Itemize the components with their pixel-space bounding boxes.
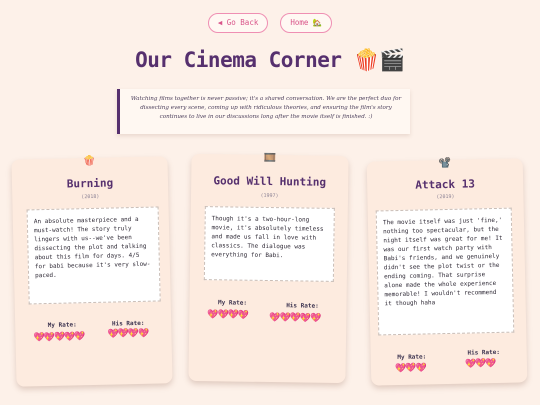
movie-title: Good Will Hunting	[213, 174, 327, 189]
movie-review: The movie itself was just 'fine,' nothin…	[375, 207, 515, 336]
film-projector-icon: 📽️	[438, 157, 452, 170]
movie-card-attack-13: 📽️ Attack 13 (2019) The movie itself was…	[366, 157, 528, 386]
movie-year: (2018)	[81, 193, 100, 201]
page-title: Our Cinema Corner 🍿🎬	[135, 48, 405, 72]
movie-title: Burning	[66, 176, 114, 191]
movie-card-good-will-hunting: 🎞️ Good Will Hunting (1997) Though it's …	[188, 152, 349, 384]
movie-review: An absolute masterpiece and a must-watch…	[26, 206, 161, 305]
movie-year: (2019)	[436, 193, 455, 201]
my-rate-label: My Rate:	[218, 299, 248, 307]
his-rating-hearts: 💖💖💖💖	[107, 328, 149, 340]
his-rating-hearts: 💖💖💖💖💖	[269, 313, 321, 324]
go-back-button[interactable]: ◀ Go Back	[207, 13, 269, 33]
my-rate-label: My Rate:	[47, 321, 77, 330]
movie-card-burning: 🍿 Burning (2018) An absolute masterpiece…	[11, 155, 173, 387]
his-rate-label: His Rate:	[286, 302, 319, 310]
movie-year: (1997)	[260, 192, 279, 200]
his-rate-label: His Rate:	[111, 319, 145, 328]
movie-review: Though it's a two-hour-long movie, it's …	[203, 206, 335, 282]
film-frames-icon: 🎞️	[263, 152, 277, 165]
my-rating-hearts: 💖💖💖💖	[207, 310, 249, 321]
my-rate-label: My Rate:	[397, 353, 427, 362]
his-rating-hearts: 💖💖💖	[464, 359, 496, 370]
his-rate-label: His Rate:	[467, 348, 501, 357]
top-nav: ◀ Go Back Home 🏡	[0, 13, 540, 33]
movie-title: Attack 13	[415, 177, 476, 192]
home-button[interactable]: Home 🏡	[280, 13, 333, 33]
my-rating-hearts: 💖💖💖💖💖	[33, 332, 85, 344]
my-rating-hearts: 💖💖💖	[394, 363, 426, 375]
popcorn-icon: 🍿	[83, 155, 96, 168]
intro-quote: Watching films together is never passive…	[117, 89, 410, 134]
